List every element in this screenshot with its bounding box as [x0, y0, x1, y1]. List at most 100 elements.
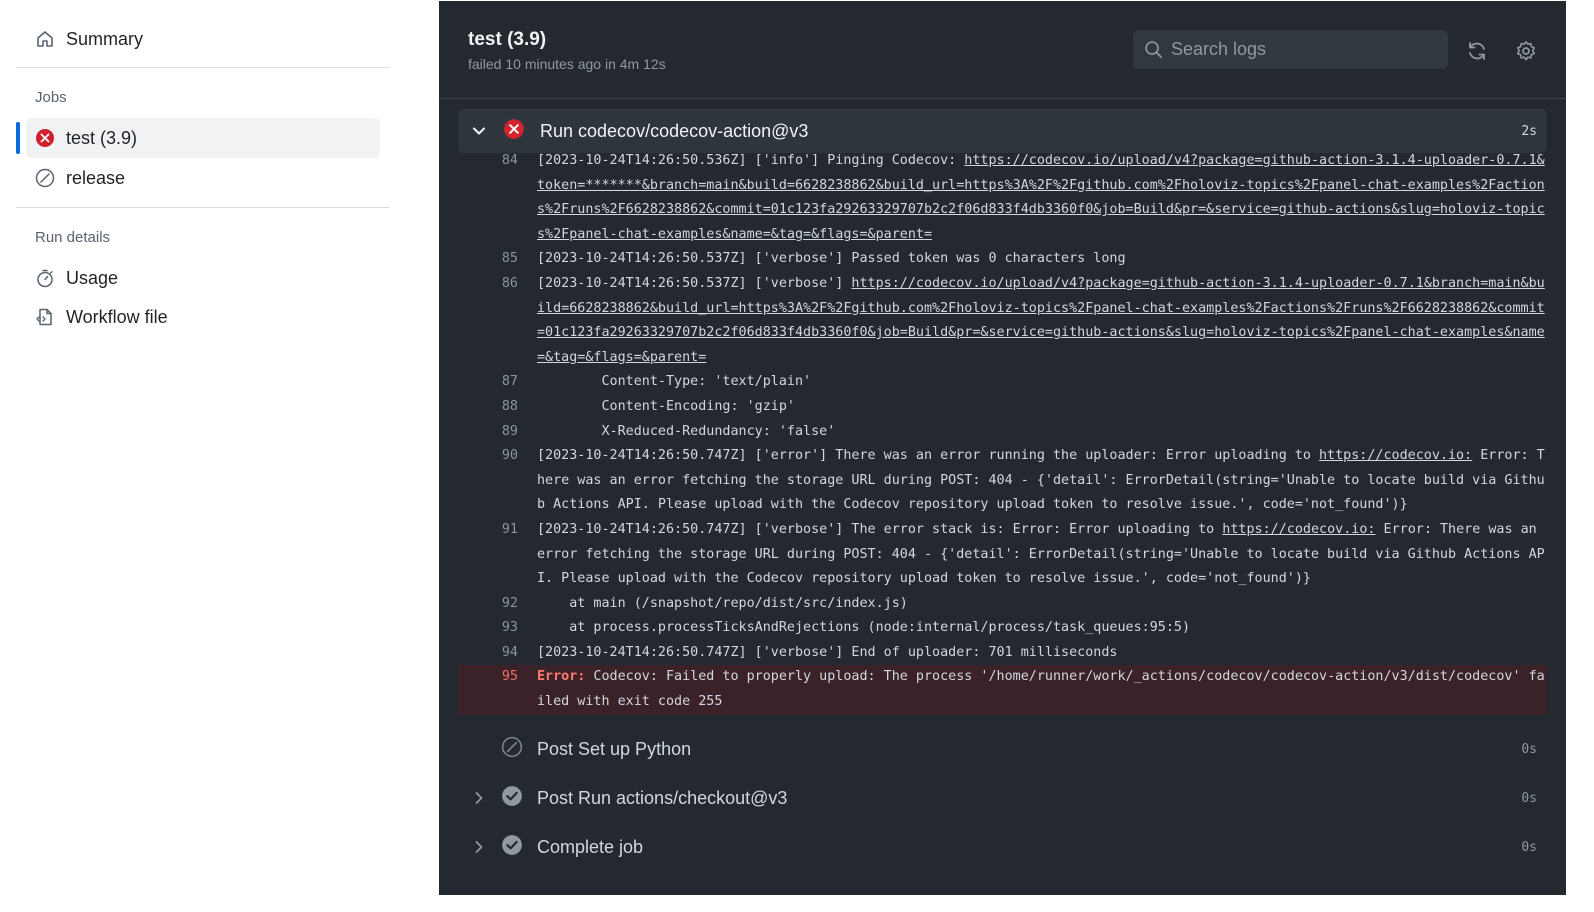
skipped-icon [501, 736, 523, 763]
line-number[interactable]: 84 [458, 149, 518, 247]
error-keyword: Error: [537, 669, 586, 685]
x-circle-icon [34, 127, 56, 149]
step-duration: 0s [1521, 839, 1537, 855]
search-input[interactable] [1171, 39, 1431, 60]
step-header-codecov[interactable]: Run codecov/codecov-action@v3 2s [458, 109, 1547, 153]
file-code-icon [34, 306, 56, 328]
line-number[interactable]: 90 [458, 444, 518, 518]
line-number[interactable]: 91 [458, 518, 518, 592]
log-text-segment: [2023-10-24T14:26:50.537Z] ['verbose'] [537, 275, 852, 291]
log-text: X-Reduced-Redundancy: 'false' [537, 420, 1545, 445]
stopwatch-icon [34, 267, 56, 289]
log-text-segment: at main (/snapshot/repo/dist/src/index.j… [537, 595, 908, 611]
log-line: 88 Content-Encoding: 'gzip' [458, 395, 1547, 420]
log-text-segment: Content-Type: 'text/plain' [537, 374, 812, 390]
step-post-run-checkout[interactable]: Post Run actions/checkout@v3 0s [458, 776, 1547, 820]
home-icon [34, 28, 56, 50]
step-name: Post Run actions/checkout@v3 [537, 787, 788, 808]
divider [16, 67, 390, 68]
step-duration: 2s [1521, 123, 1537, 139]
chevron-right-icon[interactable] [471, 790, 487, 806]
page-title: test (3.9) [468, 29, 547, 50]
log-text: [2023-10-24T14:26:50.536Z] ['info'] Ping… [537, 149, 1545, 247]
log-text-segment: [2023-10-24T14:26:50.537Z] ['verbose'] P… [537, 251, 1126, 267]
sidebar-item-label: Workflow file [66, 306, 168, 327]
log-text-segment: [2023-10-24T14:26:50.747Z] ['error'] The… [537, 448, 1319, 464]
log-text-segment: Codecov: Failed to properly upload: The … [537, 669, 1545, 710]
log-line: 93 at process.processTicksAndRejections … [458, 616, 1547, 641]
search-icon [1144, 40, 1163, 59]
log-output: 84 [2023-10-24T14:26:50.536Z] ['info'] Pi… [458, 149, 1547, 715]
line-number[interactable]: 94 [458, 641, 518, 666]
sidebar-item-usage[interactable]: Usage [26, 258, 380, 298]
log-text-segment: [2023-10-24T14:26:50.747Z] ['verbose'] T… [537, 521, 1223, 537]
log-line: 91 [2023-10-24T14:26:50.747Z] ['verbose']… [458, 518, 1547, 592]
log-link[interactable]: https://codecov.io: [1319, 448, 1472, 463]
search-logs[interactable] [1133, 30, 1448, 69]
line-number[interactable]: 86 [458, 272, 518, 370]
sidebar-item-summary[interactable]: Summary [26, 19, 380, 59]
log-text-segment: X-Reduced-Redundancy: 'false' [537, 423, 836, 439]
step-duration: 0s [1521, 741, 1537, 757]
log-text-segment: [2023-10-24T14:26:50.536Z] ['info'] Ping… [537, 153, 965, 168]
log-text: [2023-10-24T14:26:50.747Z] ['verbose'] T… [537, 518, 1545, 592]
sidebar-item-label: test (3.9) [66, 127, 138, 148]
log-text-segment: Content-Encoding: 'gzip' [537, 398, 795, 414]
line-number[interactable]: 87 [458, 370, 518, 395]
job-status-text: failed 10 minutes ago in 4m 12s [468, 56, 666, 72]
step-name: Post Set up Python [537, 738, 692, 759]
gear-icon[interactable] [1514, 39, 1538, 63]
log-line: 89 X-Reduced-Redundancy: 'false' [458, 420, 1547, 445]
log-text: Error: Codecov: Failed to properly uploa… [537, 665, 1545, 714]
log-text: [2023-10-24T14:26:50.747Z] ['verbose'] E… [537, 641, 1545, 666]
sidebar: Summary Jobs test (3.9) release Run deta… [0, 0, 440, 912]
log-text: Content-Type: 'text/plain' [537, 370, 1545, 395]
jobs-heading: Jobs [35, 89, 67, 106]
line-number[interactable]: 95 [458, 665, 518, 714]
sidebar-item-label: Usage [66, 267, 119, 288]
check-circle-icon [501, 834, 523, 861]
sidebar-item-label: release [66, 167, 126, 188]
check-circle-icon [501, 785, 523, 812]
x-circle-icon [503, 118, 525, 145]
sidebar-item-job-test[interactable]: test (3.9) [26, 118, 380, 158]
sidebar-item-workflow-file[interactable]: Workflow file [26, 297, 380, 337]
step-name: Complete job [537, 836, 644, 857]
step-name: Run codecov/codecov-action@v3 [540, 120, 809, 141]
line-number[interactable]: 85 [458, 247, 518, 272]
active-indicator [16, 122, 20, 154]
log-line: 87 Content-Type: 'text/plain' [458, 370, 1547, 395]
log-line: 92 at main (/snapshot/repo/dist/src/inde… [458, 592, 1547, 617]
line-number[interactable]: 92 [458, 592, 518, 617]
step-duration: 0s [1521, 790, 1537, 806]
chevron-down-icon[interactable] [471, 123, 487, 139]
log-text: Content-Encoding: 'gzip' [537, 395, 1545, 420]
log-line: 90 [2023-10-24T14:26:50.747Z] ['error'] T… [458, 444, 1547, 518]
step-post-set-up-python[interactable]: Post Set up Python 0s [458, 727, 1547, 771]
log-text-segment: [2023-10-24T14:26:50.747Z] ['verbose'] E… [537, 644, 1118, 660]
divider [16, 207, 390, 208]
log-text: at process.processTicksAndRejections (no… [537, 616, 1545, 641]
line-number[interactable]: 88 [458, 395, 518, 420]
sidebar-item-label: Summary [66, 28, 144, 49]
log-line: 94 [2023-10-24T14:26:50.747Z] ['verbose']… [458, 641, 1547, 666]
log-link[interactable]: https://codecov.io: [1222, 522, 1375, 537]
chevron-right-icon[interactable] [471, 839, 487, 855]
run-details-heading: Run details [35, 229, 111, 246]
line-number[interactable]: 89 [458, 420, 518, 445]
error-log-line: 95 Error: Codecov: Failed to properly upl… [458, 665, 1547, 715]
line-number[interactable]: 93 [458, 616, 518, 641]
log-text-segment: at process.processTicksAndRejections (no… [537, 620, 1191, 636]
skipped-icon [34, 167, 56, 189]
panel-header: test (3.9) failed 10 minutes ago in 4m 1… [439, 1, 1566, 99]
log-line: 86 [2023-10-24T14:26:50.537Z] ['verbose']… [458, 272, 1547, 370]
refresh-icon[interactable] [1465, 39, 1489, 63]
log-text: [2023-10-24T14:26:50.537Z] ['verbose'] P… [537, 247, 1545, 272]
log-text: at main (/snapshot/repo/dist/src/index.j… [537, 592, 1545, 617]
log-text: [2023-10-24T14:26:50.747Z] ['error'] The… [537, 444, 1545, 518]
log-text: [2023-10-24T14:26:50.537Z] ['verbose'] h… [537, 272, 1545, 370]
step-complete-job[interactable]: Complete job 0s [458, 825, 1547, 869]
log-line: 84 [2023-10-24T14:26:50.536Z] ['info'] Pi… [458, 149, 1547, 247]
sidebar-item-job-release[interactable]: release [26, 158, 380, 198]
log-line: 85 [2023-10-24T14:26:50.537Z] ['verbose']… [458, 247, 1547, 272]
